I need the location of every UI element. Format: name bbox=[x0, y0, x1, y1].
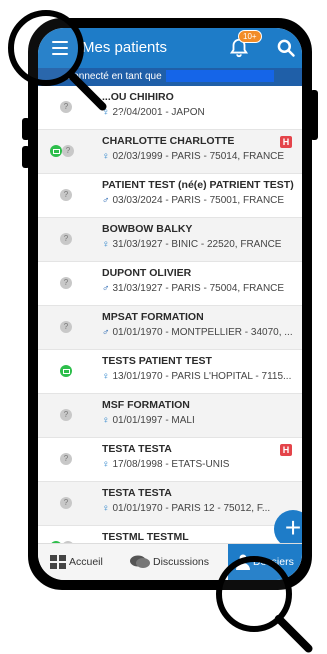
patient-details: ♀ 2?/04/2001 - JAPON bbox=[102, 107, 302, 118]
patient-row[interactable]: PATIENT TEST (né(e) PATRIENT TEST) ♂03/03… bbox=[38, 174, 302, 218]
status-indicators bbox=[48, 101, 84, 115]
notification-badge: 10+ bbox=[238, 30, 262, 43]
patient-name: MSF FORMATION bbox=[102, 399, 190, 411]
patient-name: TESTS PATIENT TEST bbox=[102, 355, 212, 367]
patient-list[interactable]: ...OU CHIHIRO♀2?/04/2001 - JAPONCHARLOTT… bbox=[38, 86, 302, 564]
patient-name: MPSAT FORMATION bbox=[102, 311, 204, 323]
patient-birth-place: 31/03/1927 - BINIC - 22520, FRANCE bbox=[112, 239, 282, 250]
male-icon: ♂ bbox=[102, 283, 110, 294]
unknown-status-icon bbox=[60, 497, 72, 509]
status-indicators bbox=[48, 321, 84, 335]
female-icon: ♀ bbox=[102, 503, 110, 514]
chat-icon bbox=[130, 555, 150, 569]
phone-frame: Mes patients 10+ Connecté en tant que ..… bbox=[28, 18, 312, 590]
status-indicators bbox=[48, 233, 84, 247]
patient-row[interactable]: TESTA TESTA ♀01/01/1970 - PARIS 12 - 7501… bbox=[38, 482, 302, 526]
female-icon: ♀ bbox=[102, 239, 110, 250]
patient-name: DUPONT OLIVIER bbox=[102, 267, 192, 279]
unknown-status-icon bbox=[60, 321, 72, 333]
patient-birth-place: 2?/04/2001 - JAPON bbox=[112, 107, 205, 118]
female-icon: ♀ bbox=[102, 371, 110, 382]
status-indicators bbox=[48, 277, 84, 291]
unknown-status-icon bbox=[60, 189, 72, 201]
patient-birth-place: 02/03/1999 - PARIS - 75014, FRANCE bbox=[112, 151, 285, 162]
unknown-status-icon bbox=[60, 409, 72, 421]
redacted-username bbox=[166, 70, 275, 83]
male-icon: ♂ bbox=[102, 327, 110, 338]
patient-details: ♂ 03/03/2024 - PARIS - 75001, FRANCE bbox=[102, 195, 302, 206]
patient-birth-place: 03/03/2024 - PARIS - 75001, FRANCE bbox=[112, 195, 285, 206]
patient-name: BOWBOW BALKY bbox=[102, 223, 193, 235]
patient-details: ♂ 01/01/1970 - MONTPELLIER - 34070, ... bbox=[102, 327, 302, 338]
page-title: Mes patients bbox=[82, 39, 168, 56]
unknown-status-icon bbox=[60, 453, 72, 465]
patient-birth-place: 01/01/1970 - MONTPELLIER - 34070, ... bbox=[112, 327, 293, 338]
hospital-icon: H bbox=[280, 136, 292, 148]
patient-details: ♀ 01/01/1997 - MALI bbox=[102, 415, 302, 426]
message-status-icon bbox=[50, 145, 62, 157]
search-icon[interactable] bbox=[276, 38, 296, 58]
patient-row[interactable]: CHARLOTTE CHARLOTTE ♀02/03/1999 - PARIS -… bbox=[38, 130, 302, 174]
status-indicators bbox=[48, 189, 84, 203]
status-indicators bbox=[48, 409, 84, 423]
male-icon: ♂ bbox=[102, 195, 110, 206]
female-icon: ♀ bbox=[102, 459, 110, 470]
tab-discussions[interactable]: Discussions bbox=[130, 544, 222, 580]
patient-name: PATIENT TEST (né(e) PATRIENT TEST) bbox=[102, 179, 294, 191]
patient-details: ♀ 13/01/1970 - PARIS L'HOPITAL - 7115... bbox=[102, 371, 302, 382]
patient-birth-place: 17/08/1998 - ETATS-UNIS bbox=[112, 459, 230, 470]
patient-birth-place: 31/03/1927 - PARIS - 75004, FRANCE bbox=[112, 283, 285, 294]
hospital-icon: H bbox=[280, 444, 292, 456]
message-status-icon bbox=[60, 365, 72, 377]
patient-name: TESTML TESTML bbox=[102, 531, 189, 543]
patient-details: ♂ 31/03/1927 - PARIS - 75004, FRANCE bbox=[102, 283, 302, 294]
patient-name: TESTA TESTA bbox=[102, 487, 172, 499]
patient-row[interactable]: DUPONT OLIVIER ♂31/03/1927 - PARIS - 7500… bbox=[38, 262, 302, 306]
patient-row[interactable]: MSF FORMATION ♀01/01/1997 - MALI bbox=[38, 394, 302, 438]
grid-icon bbox=[50, 555, 66, 570]
patient-row[interactable]: MPSAT FORMATION ♂01/01/1970 - MONTPELLIER… bbox=[38, 306, 302, 350]
unknown-status-icon bbox=[60, 233, 72, 245]
patient-row[interactable]: BOWBOW BALKY ♀31/03/1927 - BINIC - 22520,… bbox=[38, 218, 302, 262]
status-indicators bbox=[48, 365, 84, 379]
tab-label: Accueil bbox=[69, 556, 103, 568]
status-indicators bbox=[48, 497, 84, 511]
patient-name: CHARLOTTE CHARLOTTE bbox=[102, 135, 235, 147]
patient-row[interactable]: TESTS PATIENT TEST ♀ 13/01/1970 - PARIS L'… bbox=[38, 350, 302, 394]
patient-birth-place: 13/01/1970 - PARIS L'HOPITAL - 7115... bbox=[112, 371, 292, 382]
female-icon: ♀ bbox=[102, 415, 110, 426]
unknown-status-icon bbox=[60, 277, 72, 289]
patient-details: ♀ 17/08/1998 - ETATS-UNIS bbox=[102, 459, 302, 470]
patient-birth-place: 01/01/1997 - MALI bbox=[112, 415, 195, 426]
patient-row[interactable]: TESTA TESTA ♀17/08/1998 - ETATS-UNIS H bbox=[38, 438, 302, 482]
status-indicators bbox=[48, 453, 84, 467]
patient-row[interactable]: ...OU CHIHIRO ♀2?/04/2001 - JAPON bbox=[38, 86, 302, 130]
patient-name: ...OU CHIHIRO bbox=[102, 91, 174, 103]
female-icon: ♀ bbox=[102, 151, 110, 162]
status-indicators bbox=[48, 145, 84, 159]
tab-label: Discussions bbox=[153, 556, 210, 568]
patient-details: ♀ 31/03/1927 - BINIC - 22520, FRANCE bbox=[102, 239, 302, 250]
unknown-status-icon bbox=[62, 145, 74, 157]
patient-birth-place: 01/01/1970 - PARIS 12 - 75012, F... bbox=[112, 503, 271, 514]
patient-details: ♀ 02/03/1999 - PARIS - 75014, FRANCE bbox=[102, 151, 302, 162]
app-screen: Mes patients 10+ Connecté en tant que ..… bbox=[38, 28, 302, 580]
tab-accueil[interactable]: Accueil bbox=[50, 544, 120, 580]
patient-name: TESTA TESTA bbox=[102, 443, 172, 455]
unknown-status-icon bbox=[60, 101, 72, 113]
patient-details: ♀ 01/01/1970 - PARIS 12 - 75012, F... bbox=[102, 503, 302, 514]
